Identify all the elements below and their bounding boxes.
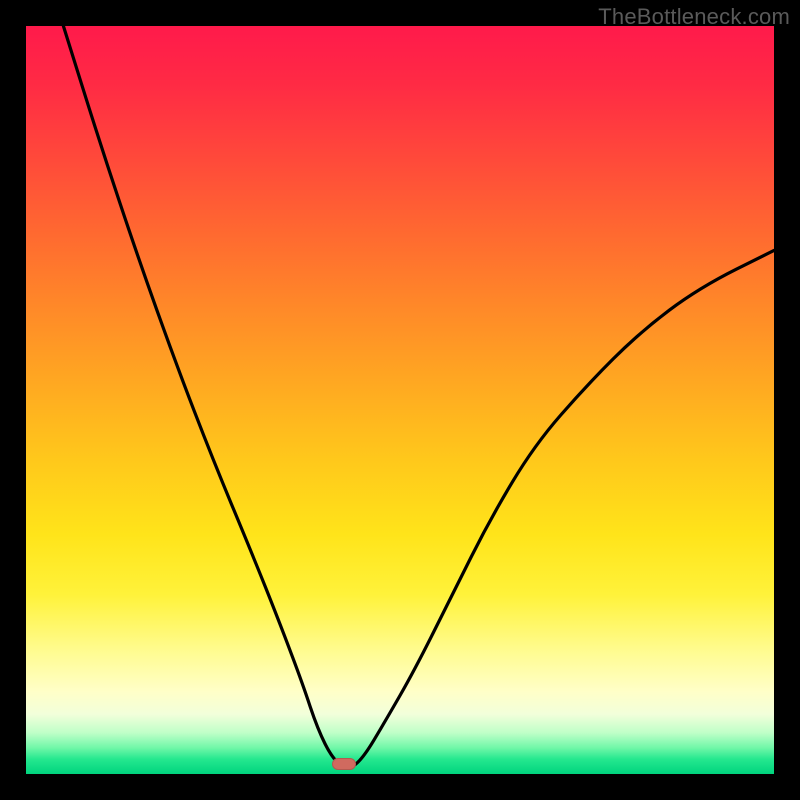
chart-frame: TheBottleneck.com bbox=[0, 0, 800, 800]
watermark-text: TheBottleneck.com bbox=[598, 4, 790, 30]
bottleneck-curve bbox=[26, 26, 774, 774]
optimal-point-marker bbox=[332, 758, 356, 770]
